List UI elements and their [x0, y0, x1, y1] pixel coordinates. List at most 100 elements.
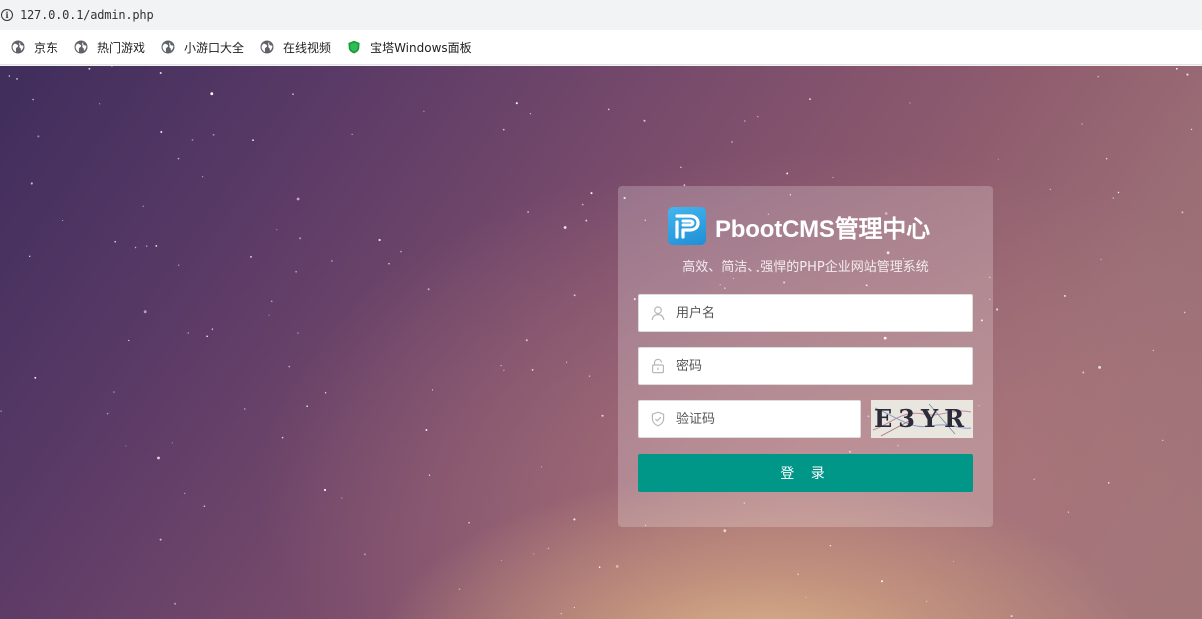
bookmark-online-video[interactable]: 在线视频 — [260, 39, 331, 56]
star — [458, 588, 461, 590]
captcha-field — [638, 400, 861, 438]
star — [146, 245, 148, 247]
star — [909, 102, 911, 104]
star — [62, 220, 64, 222]
star — [588, 375, 591, 377]
bookmarks-bar: 京东 热门游戏 小游口大全 在线视频 宝塔Windows面板 — [0, 30, 1202, 65]
star — [252, 139, 254, 141]
star — [1105, 157, 1108, 160]
star — [203, 505, 206, 508]
star — [281, 436, 284, 439]
star — [299, 237, 302, 240]
globe-icon — [11, 40, 25, 54]
globe-icon — [161, 40, 175, 54]
captcha-code: E3YR — [873, 404, 971, 433]
captcha-input[interactable] — [676, 401, 860, 437]
username-input[interactable] — [676, 295, 972, 331]
star — [1152, 349, 1155, 352]
star — [341, 497, 343, 499]
star — [829, 544, 832, 547]
star — [30, 182, 33, 185]
star — [996, 308, 999, 311]
star — [500, 559, 502, 562]
star — [1033, 478, 1036, 481]
star — [585, 219, 588, 222]
star — [8, 75, 10, 77]
star — [125, 445, 127, 447]
star — [16, 78, 18, 80]
star — [428, 474, 431, 476]
login-page-background: PbootCMS管理中心 高效、简洁、强悍的PHP企业网站管理系统 用户名 验证… — [0, 66, 1202, 619]
star — [527, 211, 530, 213]
star — [1112, 197, 1115, 199]
star — [134, 246, 137, 249]
star — [34, 376, 37, 379]
bookmark-jd[interactable]: 京东 — [11, 39, 58, 56]
star — [427, 288, 430, 291]
star — [573, 294, 576, 297]
bookmark-hot-games[interactable]: 热门游戏 — [74, 39, 145, 56]
star — [744, 120, 746, 122]
star — [211, 328, 214, 330]
password-input[interactable] — [676, 348, 972, 384]
star — [159, 71, 162, 75]
star — [160, 131, 163, 133]
star — [1049, 188, 1051, 191]
star — [590, 192, 593, 195]
star — [529, 112, 532, 115]
star — [541, 466, 543, 468]
star — [723, 529, 727, 533]
star — [431, 389, 434, 391]
star — [270, 300, 273, 303]
star — [187, 332, 189, 334]
star — [1186, 73, 1189, 76]
star — [533, 553, 535, 555]
star — [1181, 211, 1184, 214]
star — [1183, 311, 1186, 314]
star — [171, 442, 173, 444]
star — [952, 561, 954, 563]
star — [997, 158, 999, 160]
star — [757, 115, 759, 118]
bookmark-bt-panel[interactable]: 宝塔Windows面板 — [347, 39, 472, 56]
star — [1162, 439, 1164, 441]
star — [157, 456, 160, 460]
star — [276, 229, 278, 231]
star — [1097, 75, 1100, 78]
star — [331, 260, 333, 262]
star — [98, 103, 101, 105]
star — [1082, 371, 1085, 374]
star — [423, 110, 425, 112]
star — [425, 429, 428, 431]
star — [515, 102, 518, 105]
bookmark-label: 小游口大全 — [184, 40, 245, 55]
star — [306, 405, 308, 407]
star — [288, 365, 291, 368]
lock-icon — [651, 358, 665, 374]
star — [607, 108, 610, 111]
star — [881, 580, 883, 583]
star — [113, 391, 115, 393]
star — [0, 410, 2, 412]
star — [1108, 482, 1110, 484]
star — [1175, 67, 1178, 70]
star — [468, 521, 470, 524]
star — [731, 141, 734, 143]
star — [832, 176, 834, 178]
info-icon[interactable]: i — [1, 9, 13, 21]
url-text[interactable]: 127.0.0.1/admin.php — [20, 8, 154, 22]
bookmark-mini-games[interactable]: 小游口大全 — [161, 39, 244, 56]
address-bar[interactable]: i 127.0.0.1/admin.php — [0, 0, 1202, 30]
login-button[interactable]: 登 录 — [638, 454, 973, 492]
star — [502, 128, 505, 131]
star — [250, 256, 252, 258]
star — [378, 238, 381, 242]
star — [177, 157, 180, 160]
star — [178, 264, 180, 266]
star — [88, 67, 91, 70]
star — [206, 335, 208, 338]
star — [174, 602, 177, 605]
captcha-image[interactable]: E3YR — [871, 400, 973, 438]
star — [566, 361, 568, 363]
star — [581, 203, 584, 206]
